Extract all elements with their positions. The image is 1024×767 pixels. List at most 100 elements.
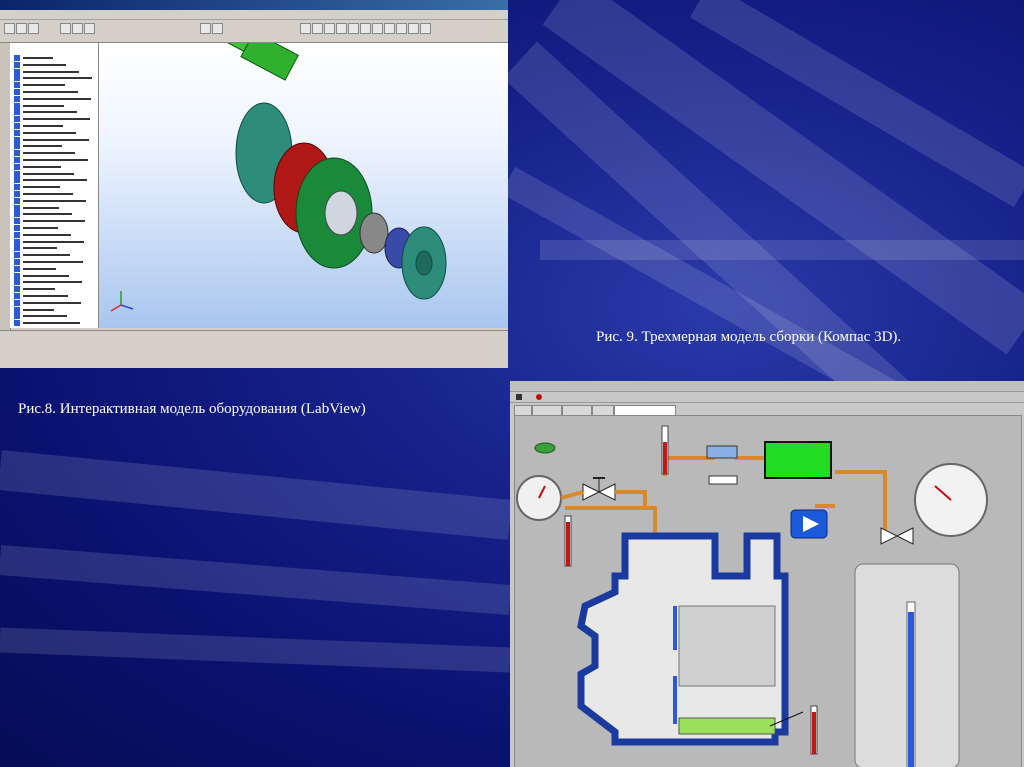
tree-item-label <box>23 118 90 121</box>
toolbar-button[interactable] <box>84 23 95 34</box>
model-tree-item[interactable] <box>14 259 92 265</box>
part-icon <box>14 272 20 279</box>
model-tree-item[interactable] <box>14 320 92 327</box>
model-tree-item[interactable] <box>14 225 92 231</box>
model-tree-item[interactable] <box>14 293 92 299</box>
model-tree-item[interactable] <box>14 218 92 225</box>
kompas-3d-viewport[interactable] <box>99 15 508 328</box>
toolbar-button[interactable] <box>4 23 15 34</box>
tree-item-label <box>23 193 73 195</box>
model-tree-item[interactable] <box>14 143 92 150</box>
kompas-title-bar <box>0 0 508 10</box>
tank-level-fill <box>908 612 914 767</box>
part-icon <box>14 197 20 204</box>
flow-indicator <box>706 445 738 459</box>
part-icon <box>14 259 20 265</box>
part-icon <box>14 286 20 293</box>
labview-toolbar <box>510 392 1024 403</box>
model-tree-item[interactable] <box>14 191 92 197</box>
tree-item-label <box>23 172 74 175</box>
part-icon <box>14 313 20 320</box>
stop-icon[interactable] <box>536 394 542 400</box>
tree-item-label <box>23 315 67 318</box>
model-tree-item[interactable] <box>14 68 92 75</box>
part-icon <box>14 265 20 272</box>
tree-item-label <box>23 77 92 80</box>
toolbar-button[interactable] <box>348 23 359 34</box>
part-icon <box>14 204 20 211</box>
model-tree-item[interactable] <box>14 197 92 204</box>
model-tree-item[interactable] <box>14 265 92 272</box>
toolbar-button[interactable] <box>60 23 71 34</box>
tree-item-label <box>23 179 87 182</box>
model-tree-item[interactable] <box>14 238 92 245</box>
toolbar-button[interactable] <box>360 23 371 34</box>
tree-item-label <box>23 57 53 59</box>
model-tree-item[interactable] <box>14 129 92 136</box>
tree-item-label <box>23 247 57 250</box>
model-tree-item[interactable] <box>14 204 92 211</box>
model-tree-item[interactable] <box>14 177 92 184</box>
tree-item-label <box>23 159 88 161</box>
part-icon <box>14 136 20 143</box>
tree-item-label <box>23 186 60 189</box>
toolbar-button[interactable] <box>72 23 83 34</box>
model-tree-item[interactable] <box>14 184 92 191</box>
toolbar-button[interactable] <box>336 23 347 34</box>
model-tree-item[interactable] <box>14 136 92 143</box>
tree-item-label <box>23 267 56 270</box>
model-tree-item[interactable] <box>14 123 92 129</box>
part-icon <box>14 109 20 116</box>
toolbar-button[interactable] <box>300 23 311 34</box>
model-tree-item[interactable] <box>14 211 92 218</box>
model-tree-item[interactable] <box>14 306 92 313</box>
model-tree-item[interactable] <box>14 102 92 109</box>
toolbar-button[interactable] <box>200 23 211 34</box>
part-icon <box>14 170 20 177</box>
part-icon <box>14 320 20 327</box>
model-tree-item[interactable] <box>14 55 92 61</box>
right-valve-icon[interactable] <box>880 527 899 545</box>
model-tree-item[interactable] <box>14 170 92 177</box>
model-tree-item[interactable] <box>14 95 92 102</box>
model-tree-item[interactable] <box>14 157 92 163</box>
valve-icon[interactable] <box>582 483 601 501</box>
model-tree-item[interactable] <box>14 313 92 320</box>
tree-item-label <box>23 288 55 291</box>
model-tree-item[interactable] <box>14 61 92 68</box>
model-tree-item[interactable] <box>14 82 92 89</box>
toolbar-button[interactable] <box>324 23 335 34</box>
model-tree-item[interactable] <box>14 245 92 252</box>
model-tree-item[interactable] <box>14 279 92 286</box>
toolbar-button[interactable] <box>16 23 27 34</box>
model-tree-item[interactable] <box>14 150 92 157</box>
tree-item-label <box>23 84 65 87</box>
toolbar-button[interactable] <box>372 23 383 34</box>
toolbar-button[interactable] <box>384 23 395 34</box>
enable-led[interactable] <box>534 442 556 454</box>
toolbar-button[interactable] <box>312 23 323 34</box>
model-tree-item[interactable] <box>14 299 92 306</box>
tree-item-label <box>23 199 86 202</box>
toolbar-button[interactable] <box>28 23 39 34</box>
model-tree-item[interactable] <box>14 272 92 279</box>
model-tree-item[interactable] <box>14 89 92 95</box>
toolbar-button[interactable] <box>212 23 223 34</box>
part-icon <box>14 123 20 129</box>
model-tree-item[interactable] <box>14 109 92 116</box>
tree-item-label <box>23 295 68 297</box>
model-tree-item[interactable] <box>14 116 92 123</box>
tree-item-label <box>23 138 89 141</box>
labview-front-panel <box>514 415 1022 767</box>
model-tree-item[interactable] <box>14 231 92 238</box>
toolbar-button[interactable] <box>396 23 407 34</box>
model-tree-item[interactable] <box>14 75 92 82</box>
part-icon <box>14 225 20 231</box>
model-tree-item[interactable] <box>14 286 92 293</box>
toolbar-button[interactable] <box>408 23 419 34</box>
model-tree-item[interactable] <box>14 163 92 170</box>
run-arrow-icon[interactable] <box>516 394 522 400</box>
model-tree-item[interactable] <box>14 252 92 259</box>
kompas-3d-window <box>0 0 508 368</box>
toolbar-button[interactable] <box>420 23 431 34</box>
